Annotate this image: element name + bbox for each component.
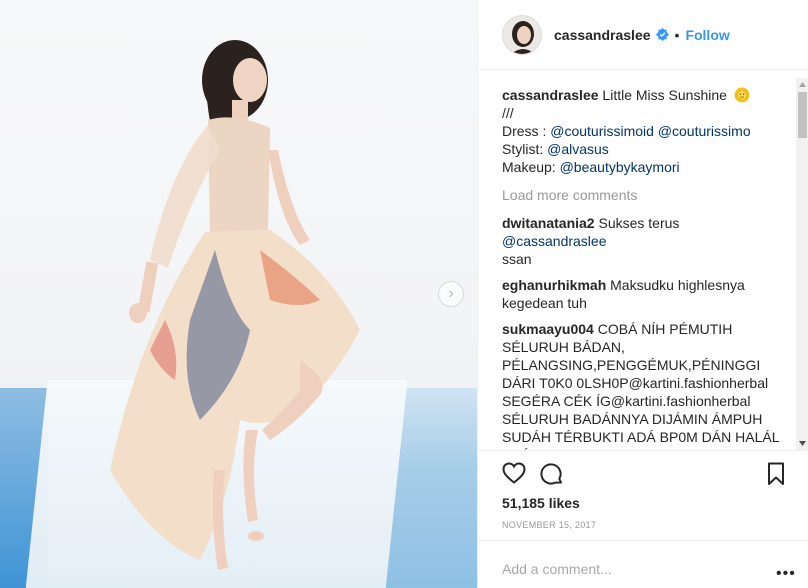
- comments-list: cassandraslee Little Miss Sunshine /// D…: [502, 86, 784, 450]
- sun-face-icon: [734, 87, 750, 103]
- mention-link[interactable]: @couturissimo: [658, 123, 751, 139]
- mention-link[interactable]: @alvasus: [547, 141, 609, 157]
- comment-username[interactable]: sukmaayu004: [502, 321, 594, 337]
- caption-stylist-label: Stylist:: [502, 141, 544, 157]
- next-photo-button[interactable]: ›: [438, 281, 464, 307]
- comment-item: dwitanatania2 Sukses terus @cassandrasle…: [502, 214, 784, 268]
- post-actions: [478, 450, 808, 496]
- caption-dress-label: Dress :: [502, 123, 547, 139]
- comment-bubble-icon[interactable]: [540, 462, 564, 486]
- comment-text: Sukses terus: [598, 215, 680, 231]
- caption-line2: ///: [502, 105, 514, 121]
- bookmark-icon[interactable]: [767, 462, 785, 486]
- follow-button[interactable]: Follow: [685, 27, 729, 43]
- caption-username[interactable]: cassandraslee: [502, 87, 599, 103]
- post-panel: cassandraslee • Follow cassandraslee Lit…: [477, 0, 808, 588]
- mention-link[interactable]: @cassandraslee: [502, 233, 607, 249]
- heart-icon[interactable]: [502, 462, 526, 484]
- post-date[interactable]: NOVEMBER 15, 2017: [502, 520, 596, 530]
- caption: cassandraslee Little Miss Sunshine /// D…: [502, 86, 784, 176]
- comment-input[interactable]: [502, 561, 782, 577]
- post-header: cassandraslee • Follow: [478, 0, 808, 70]
- more-options-icon[interactable]: •••: [776, 565, 796, 583]
- load-more-comments-button[interactable]: Load more comments: [502, 186, 784, 204]
- scroll-up-arrow-icon[interactable]: [796, 78, 808, 91]
- comment-username[interactable]: dwitanatania2: [502, 215, 595, 231]
- comment-item: eghanurhikmah Maksudku highlesnya kegede…: [502, 276, 784, 312]
- mention-link[interactable]: @couturissimoid: [550, 123, 654, 139]
- avatar[interactable]: [502, 14, 542, 55]
- comment-text-tail: ssan: [502, 251, 532, 267]
- header-username[interactable]: cassandraslee: [554, 27, 651, 43]
- mention-link[interactable]: @beautybykaymori: [560, 159, 680, 175]
- post-photo[interactable]: ›: [0, 0, 477, 588]
- header-separator: •: [674, 26, 680, 43]
- model-figure: [110, 40, 360, 570]
- caption-makeup-label: Makeup:: [502, 159, 556, 175]
- comment-text: COBÁ NÍH PÉMUTIH SÉLURUH BÁDAN, PÉLANGSI…: [502, 321, 779, 450]
- caption-title: Little Miss Sunshine: [602, 87, 727, 103]
- scroll-down-arrow-icon[interactable]: [796, 437, 808, 450]
- comments-scrollbar[interactable]: [796, 78, 808, 450]
- comment-username[interactable]: eghanurhikmah: [502, 277, 606, 293]
- verified-badge-icon: [655, 28, 669, 41]
- comment-item: sukmaayu004 COBÁ NÍH PÉMUTIH SÉLURUH BÁD…: [502, 320, 784, 450]
- likes-count[interactable]: 51,185 likes: [502, 495, 580, 511]
- scrollbar-thumb[interactable]: [798, 92, 807, 138]
- add-comment-bar: •••: [478, 540, 808, 588]
- chevron-right-icon: ›: [448, 285, 454, 302]
